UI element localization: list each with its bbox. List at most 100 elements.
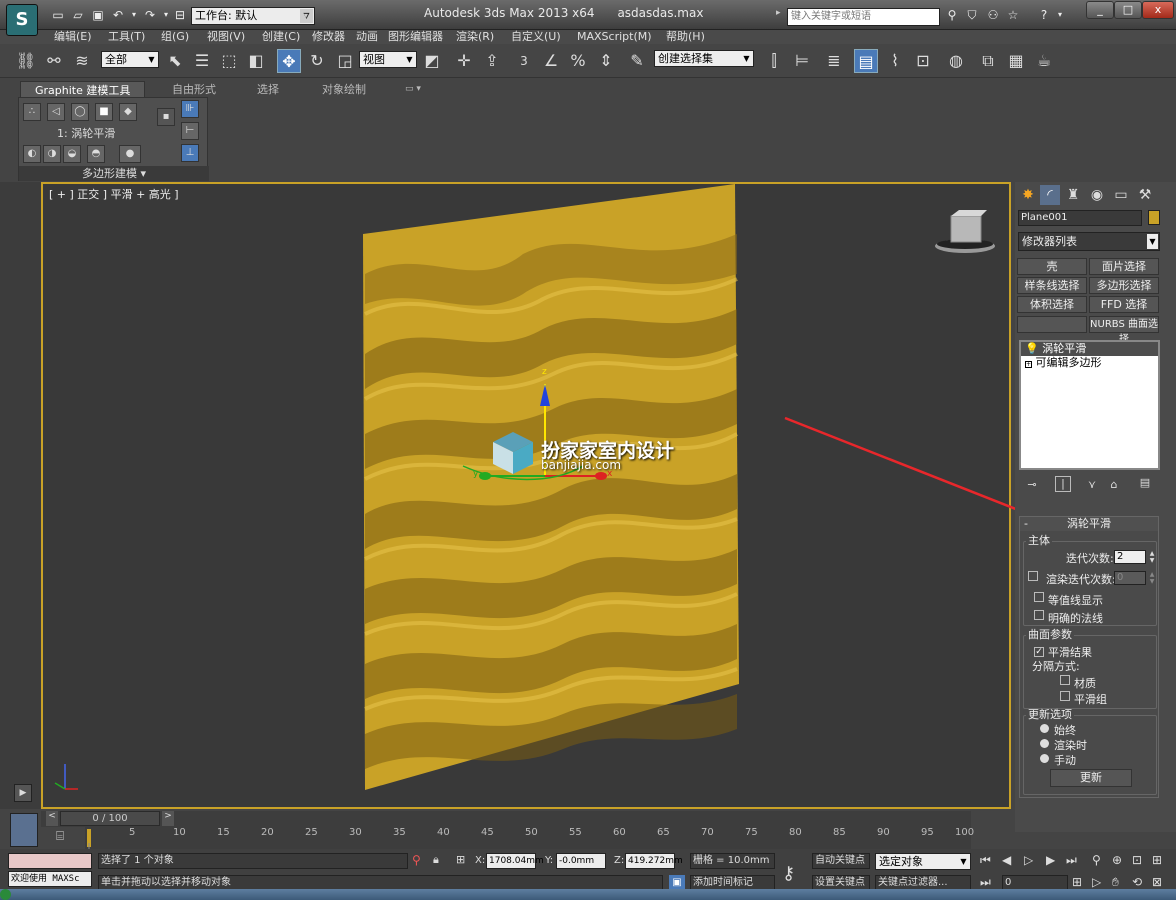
make-unique-icon[interactable]: ◓	[87, 145, 105, 163]
menu-item-tools[interactable]: 工具(T)	[108, 30, 145, 44]
select-and-rotate-icon[interactable]: ↻	[305, 49, 329, 73]
ffd-select-button[interactable]: FFD 选择	[1089, 296, 1159, 313]
object-name-field[interactable]: Plane001	[1018, 210, 1142, 226]
play-icon[interactable]: ▷	[1024, 853, 1033, 867]
help-icon[interactable]: ?	[1036, 7, 1052, 23]
pan-icon[interactable]: ✋︎	[1112, 875, 1119, 890]
field-of-view-icon[interactable]: ▷	[1092, 875, 1101, 889]
element-icon[interactable]: ◆	[119, 103, 137, 121]
perspective-viewport[interactable]: [ + ] 正交 ] 平滑 + 高光 ] z 扮家家室内设计 banjiajia…	[41, 182, 1011, 809]
track-bar[interactable]: 5 10 15 20 25 30 35 40 45 50 55 60 65 70…	[85, 827, 974, 849]
volume-select-button[interactable]: 体积选择	[1017, 296, 1087, 313]
render-iterations-spinner[interactable]: 0	[1114, 571, 1146, 585]
bind-space-warp-icon[interactable]: ≋	[70, 49, 94, 73]
modifier-stack[interactable]: 💡 涡轮平滑 + 可编辑多边形	[1019, 340, 1160, 470]
select-object-icon[interactable]: ⬉	[163, 49, 187, 73]
orbit-icon[interactable]: ⟲	[1132, 875, 1142, 889]
app-logo-icon[interactable]: S	[6, 4, 38, 36]
menu-item-customize[interactable]: 自定义(U)	[511, 30, 561, 44]
save-icon[interactable]: ▣	[90, 7, 106, 23]
search-input[interactable]: 键入关键字或短语	[787, 8, 940, 26]
zoom-extents-all-icon[interactable]: ⊞	[1152, 853, 1162, 867]
render-production-icon[interactable]: ☕	[1032, 49, 1056, 73]
edge-icon[interactable]: ◁	[47, 103, 65, 121]
project-folder-icon[interactable]: ⊟	[172, 7, 188, 23]
time-slider-prev-icon[interactable]: <	[46, 811, 58, 826]
pivot-center-icon[interactable]: ◩	[420, 49, 444, 73]
menu-item-view[interactable]: 视图(V)	[207, 30, 245, 44]
selected-object-dropdown[interactable]: 选定对象 ▼	[875, 853, 971, 870]
angle-snap-icon[interactable]: ∠	[539, 49, 563, 73]
tab-object-paint[interactable]: 对象绘制	[322, 81, 366, 98]
select-by-name-icon[interactable]: ☰	[190, 49, 214, 73]
ribbon-options-icon[interactable]: ▭ ▾	[405, 81, 421, 98]
key-mode-icon[interactable]: ⏭	[980, 875, 991, 890]
remove-modifier-icon[interactable]: ●	[119, 145, 141, 163]
auto-key-button[interactable]: 自动关键点	[812, 853, 870, 869]
next-frame-icon[interactable]: ▶	[1046, 853, 1055, 867]
maximize-button[interactable]: □	[1114, 1, 1142, 19]
menu-item-group[interactable]: 组(G)	[161, 30, 189, 44]
show-end-result-icon[interactable]: |	[1055, 476, 1071, 492]
smoothing-groups-checkbox[interactable]	[1060, 691, 1070, 704]
percent-snap-icon[interactable]: %	[566, 49, 590, 73]
subscription-icon[interactable]: ⛉	[964, 7, 980, 23]
spline-select-button[interactable]: 样条线选择	[1017, 277, 1087, 294]
prev-modifier-icon[interactable]: ◐	[23, 145, 41, 163]
chevron-down-icon[interactable]: ▾	[304, 7, 316, 25]
start-orb-icon[interactable]	[0, 889, 11, 900]
chevron-down-icon[interactable]: ▾	[1052, 7, 1068, 23]
lightbulb-icon[interactable]: 💡	[1025, 342, 1039, 355]
select-manipulate-icon[interactable]: ✛	[452, 49, 476, 73]
menu-item-rendering[interactable]: 渲染(R)	[456, 30, 494, 44]
curve-editor-mini-icon[interactable]: ⌸	[50, 829, 70, 845]
undo-icon[interactable]: ↶	[110, 7, 126, 23]
search-expand-icon[interactable]: ▸	[776, 8, 786, 26]
tab-selection[interactable]: 选择	[257, 81, 279, 98]
window-crossing-icon[interactable]: ◧	[244, 49, 268, 73]
poly-select-button[interactable]: 多边形选择	[1089, 277, 1159, 294]
patch-select-button[interactable]: 面片选择	[1089, 258, 1159, 275]
menu-item-modifiers[interactable]: 修改器	[312, 30, 345, 44]
link-icon[interactable]: ⛓	[14, 49, 38, 73]
make-unique-icon[interactable]: ⋎	[1085, 478, 1099, 492]
collapse-stack-icon[interactable]: ▪	[157, 108, 175, 126]
rectangular-selection-icon[interactable]: ⬚	[217, 49, 241, 73]
tab-freeform[interactable]: 自由形式	[172, 81, 216, 98]
favorites-icon[interactable]: ☆	[1005, 7, 1021, 23]
time-config-icon[interactable]: ⊞	[1072, 875, 1082, 889]
menu-item-edit[interactable]: 编辑(E)	[54, 30, 92, 44]
zoom-extents-icon[interactable]: ⊡	[1132, 853, 1142, 867]
previous-frame-icon[interactable]: ◀	[1002, 853, 1011, 867]
display-tab-icon[interactable]: ▭	[1111, 185, 1131, 205]
graphite-toggle-icon[interactable]: ▤	[854, 49, 878, 73]
keyboard-shortcut-override-icon[interactable]: ⇪	[480, 49, 504, 73]
spinner-snap-icon[interactable]: ⇕	[594, 49, 618, 73]
rollout-header[interactable]: - 涡轮平滑	[1020, 517, 1158, 531]
maxscript-mini-listener[interactable]: 欢迎使用 MAXSc	[8, 871, 92, 887]
polygon-icon[interactable]: ■	[95, 103, 113, 121]
stack-item-turbosmooth[interactable]: 💡 涡轮平滑	[1021, 342, 1158, 356]
collapse-icon[interactable]: -	[1024, 517, 1028, 531]
minimize-button[interactable]: _	[1086, 1, 1114, 19]
viewport-layout-icon[interactable]	[10, 813, 38, 847]
tab-graphite-modeling[interactable]: Graphite 建模工具	[20, 81, 146, 98]
time-slider-thumb[interactable]: 0 / 100	[60, 811, 160, 826]
empty-modifier-button[interactable]	[1017, 316, 1087, 333]
set-key-icon[interactable]: ⚷	[782, 863, 795, 884]
schematic-view-icon[interactable]: ⊡	[911, 49, 935, 73]
iterations-spinner[interactable]: 2	[1114, 550, 1146, 564]
menu-item-create[interactable]: 创建(C)	[262, 30, 300, 44]
z-coordinate-field[interactable]: 419.272mm	[625, 853, 683, 869]
update-button[interactable]: 更新	[1050, 769, 1132, 787]
remove-modifier-icon[interactable]: ⌂	[1107, 478, 1121, 492]
expand-icon[interactable]: +	[1025, 361, 1032, 368]
turbosmooth-plane-object[interactable]	[363, 184, 739, 790]
configure-sets-icon[interactable]: ▤	[1137, 476, 1153, 492]
motion-tab-icon[interactable]: ◉	[1087, 185, 1107, 205]
iterations-spinner-arrows[interactable]: ▲ ▼	[1148, 550, 1156, 564]
redo-icon[interactable]: ↷	[142, 7, 158, 23]
modifier-list-dropdown[interactable]: 修改器列表 ▼	[1018, 232, 1160, 251]
when-rendering-radio[interactable]	[1040, 738, 1049, 751]
isolate-selection-icon[interactable]: ⚲	[412, 853, 421, 867]
